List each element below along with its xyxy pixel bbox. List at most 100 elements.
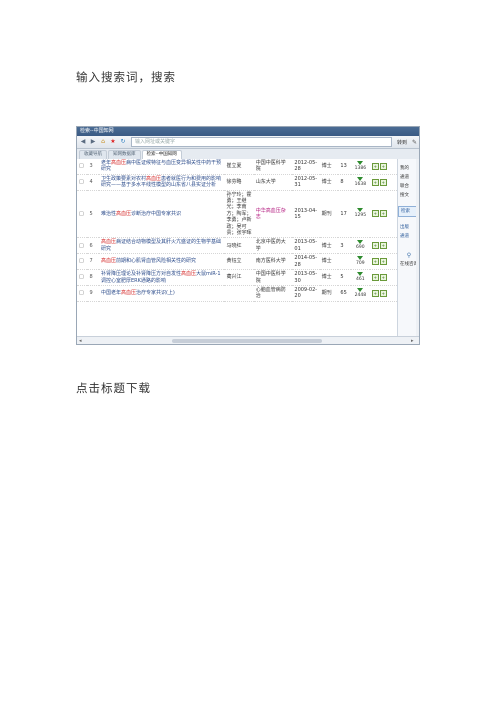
source[interactable]: 中华高血压杂志 (253, 190, 293, 239)
scrollbar-thumb[interactable] (172, 339, 322, 343)
table-row: □ 5 难治性高血压诊断治疗中国专家共识 孙宁玲；霍勇；王继光；李南方；陶军；李勇；卢… (77, 190, 397, 239)
window-title: 检索--中国知网 (77, 127, 419, 136)
result-title-link[interactable]: 高血压病证结合动物模型及其肝火亢盛证的生物学基础研究 (98, 237, 225, 255)
author[interactable]: 孙宁玲；霍勇；王继光；李南方；陶军；李勇；卢新政；吴可贵；张宇晖 (224, 190, 254, 239)
row-checkbox[interactable]: □ (77, 269, 88, 286)
table-row: □ 9 中国老年高血压治疗专家共识(上) 心脑血管病防治 2009-02-20 期刊 65 2… (77, 285, 397, 302)
author[interactable]: 蔺兴江 (224, 269, 254, 286)
download-icon[interactable] (357, 287, 364, 292)
result-title-link[interactable]: 中国老年高血压治疗专家共识(上) (98, 285, 225, 302)
author[interactable]: 黄钰立 (224, 253, 254, 271)
download-cell[interactable]: 690 (350, 237, 370, 255)
home-icon[interactable]: ⌂ (99, 138, 107, 146)
download-icon[interactable] (357, 208, 364, 213)
address-input[interactable]: 输入网址或关键字 (131, 137, 392, 147)
citation-count: 17 (338, 190, 351, 239)
source[interactable]: 心脑血管病防治 (253, 285, 293, 302)
download-count: 690 (356, 245, 365, 251)
row-checkbox[interactable]: □ (77, 159, 88, 175)
download-count: 461 (356, 276, 365, 282)
highlight-keyword: 高血压 (115, 210, 131, 217)
author[interactable] (224, 285, 254, 302)
share-icon[interactable]: + (379, 210, 387, 218)
preview-icon[interactable]: + (371, 210, 379, 218)
back-arrow-icon[interactable]: ◀ (79, 138, 87, 146)
horizontal-scrollbar[interactable]: ◂ ▸ (77, 336, 419, 344)
share-icon[interactable]: + (379, 273, 387, 281)
download-count: 1638 (354, 181, 367, 187)
result-title-link[interactable]: 高血压前期和心肌肾血管风险相关性的研究 (98, 253, 225, 271)
citation-count (338, 253, 351, 271)
download-icon[interactable] (357, 255, 364, 260)
download-count: 1295 (354, 213, 367, 219)
title-text: 卫生政策要素对农村 (100, 175, 146, 182)
tab-2[interactable]: 检索--中国知网 (141, 150, 182, 159)
preview-icon[interactable]: + (371, 257, 379, 265)
preview-icon[interactable]: + (371, 289, 379, 297)
doc-type: 博士 (319, 159, 339, 175)
share-icon[interactable]: + (379, 242, 387, 250)
scroll-left-icon[interactable]: ◂ (79, 337, 82, 344)
row-actions: + + (369, 269, 397, 286)
favorite-icon[interactable]: ★ (109, 138, 117, 146)
preview-icon[interactable]: + (371, 242, 379, 250)
doc-type: 期刊 (319, 285, 339, 302)
tab-1[interactable]: 知网数据库 (108, 150, 141, 159)
download-cell[interactable]: 461 (350, 269, 370, 286)
doc-type: 博士 (319, 269, 339, 286)
source[interactable]: 北京中医药大学 (253, 237, 293, 255)
download-icon[interactable] (357, 271, 364, 276)
table-row: □ 7 高血压前期和心肌肾血管风险相关性的研究 黄钰立 南方医科大学 2014-05-28… (77, 253, 397, 271)
tab-0[interactable]: 收藏导航 (79, 150, 107, 159)
share-icon[interactable]: + (379, 257, 387, 265)
refresh-icon[interactable]: ↻ (119, 138, 127, 146)
title-text: 治疗专家共识(上) (135, 290, 175, 297)
author[interactable]: 徐芬略 (224, 174, 254, 191)
doc-type: 期刊 (319, 190, 339, 239)
highlight-keyword: 高血压 (180, 271, 196, 278)
result-title-link[interactable]: 老年高血压病中医证候特征与血压变异相关性中药干预研究 (98, 159, 225, 175)
forward-arrow-icon[interactable]: ▶ (89, 138, 97, 146)
citation-count: 8 (338, 174, 351, 191)
download-cell[interactable]: 1386 (350, 159, 370, 175)
source[interactable]: 中国中医科学院 (253, 159, 293, 175)
preview-icon[interactable]: + (371, 273, 379, 281)
result-title-link[interactable]: 难治性高血压诊断治疗中国专家共识 (98, 190, 225, 239)
publish-date: 2012-05-28 (292, 159, 320, 175)
result-title-link[interactable]: 卫生政策要素对农村高血压患者就医行为和费用的影响研究——基于多水平线性模型的山东… (98, 174, 225, 191)
download-icon[interactable] (357, 160, 364, 165)
table-row: □ 3 老年高血压病中医证候特征与血压变异相关性中药干预研究 崔立夏 中国中医科学院 20… (77, 159, 397, 175)
download-icon[interactable] (357, 176, 364, 181)
share-icon[interactable]: + (379, 178, 387, 186)
download-cell[interactable]: 1638 (350, 174, 370, 191)
preview-icon[interactable]: + (371, 178, 379, 186)
browser-toolbar: ◀ ▶ ⌂ ★ ↻ 输入网址或关键字 转到 ✎ (77, 136, 419, 149)
row-checkbox[interactable]: □ (77, 174, 88, 191)
tools-icon[interactable]: ✎ (412, 139, 417, 146)
highlight-keyword: 高血压 (120, 290, 136, 297)
download-cell[interactable]: 709 (350, 253, 370, 271)
download-icon[interactable] (357, 240, 364, 245)
vertical-scrollbar[interactable] (416, 159, 419, 336)
author[interactable]: 崔立夏 (224, 159, 254, 175)
go-button[interactable]: 转到 (394, 139, 410, 146)
download-cell[interactable]: 1295 (350, 190, 370, 239)
preview-icon[interactable]: + (371, 162, 379, 170)
result-title-link[interactable]: 补肾降压理论及补肾降压方对自发性高血压大鼠miR-1调控心室肥厚ERK通路的影响 (98, 269, 225, 286)
source[interactable]: 山东大学 (253, 174, 293, 191)
row-checkbox[interactable]: □ (77, 253, 88, 271)
row-checkbox[interactable]: □ (77, 190, 88, 239)
row-checkbox[interactable]: □ (77, 237, 88, 255)
row-actions: + + (369, 159, 397, 175)
scroll-right-icon[interactable]: ▸ (411, 337, 414, 344)
citation-count: 13 (338, 159, 351, 175)
results-table: □ 3 老年高血压病中医证候特征与血压变异相关性中药干预研究 崔立夏 中国中医科学院 20… (77, 159, 397, 302)
download-cell[interactable]: 2448 (350, 285, 370, 302)
share-icon[interactable]: + (379, 289, 387, 297)
row-checkbox[interactable]: □ (77, 285, 88, 302)
publish-date: 2009-02-20 (292, 285, 320, 302)
share-icon[interactable]: + (379, 162, 387, 170)
source[interactable]: 南方医科大学 (253, 253, 293, 271)
author[interactable]: 马晓红 (224, 237, 254, 255)
source[interactable]: 中国中医科学院 (253, 269, 293, 286)
